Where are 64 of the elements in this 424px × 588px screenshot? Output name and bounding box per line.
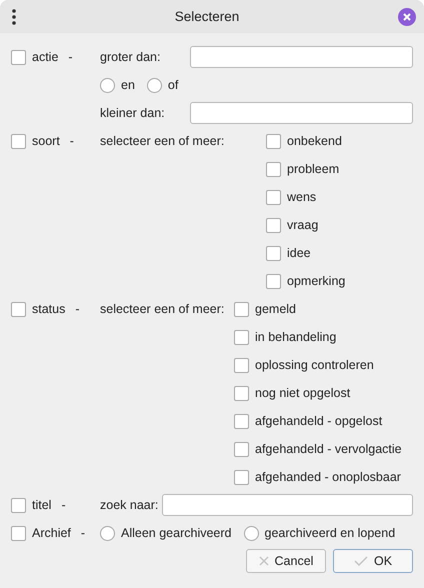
separator-dash: - [70,134,74,148]
checkbox[interactable] [234,442,249,456]
checkbox[interactable] [11,50,26,64]
checkbox[interactable] [266,246,281,260]
checkbox[interactable] [11,134,26,148]
checkbox[interactable] [234,470,249,484]
option-label: idee [287,246,311,260]
checkbox[interactable] [266,162,281,176]
window-title: Selecteren [174,9,240,24]
radio-button[interactable] [100,526,115,540]
checkbox[interactable] [234,330,249,344]
option-label: onbekend [287,134,342,148]
filter-label: soort [32,134,60,148]
input-field[interactable] [190,46,413,68]
separator-dash: - [61,498,66,512]
option-label: afgehandeld - opgelost [255,414,382,428]
input-field[interactable] [190,102,413,124]
field-label: kleiner dan: [100,106,166,120]
radio-label: Alleen gearchiveerd [121,526,232,540]
option-label: afgehandeld - vervolgactie [255,442,402,456]
checkbox[interactable] [266,134,281,148]
filter-label: status [32,302,66,316]
option-label: in behandeling [255,330,336,344]
checkbox[interactable] [11,526,26,540]
option-label: gemeld [255,302,296,316]
checkbox[interactable] [234,386,249,400]
checkbox[interactable] [266,218,281,232]
check-icon [354,556,368,566]
checkbox[interactable] [234,302,249,316]
separator-dash: - [68,50,73,64]
radio-label: gearchiveerd en lopend [264,526,396,540]
option-label: oplossing controleren [255,358,374,372]
option-label: vraag [287,218,318,232]
option-label: probleem [287,162,340,176]
menu-icon[interactable] [12,8,16,24]
close-icon [258,556,269,566]
radio-label: of [168,78,178,92]
radio-button[interactable] [244,526,258,540]
checkbox[interactable] [234,358,249,372]
option-label: afgehanded - onoplosbaar [255,470,401,484]
input-field[interactable] [162,494,413,516]
checkbox[interactable] [266,190,281,204]
field-label: groter dan: [100,50,162,64]
filter-label: Archief [32,526,71,540]
checkbox[interactable] [234,414,249,428]
checkbox[interactable] [266,274,281,288]
option-label: nog niet opgelost [255,386,350,400]
cancel-button[interactable]: Cancel [246,549,326,573]
filter-label: titel [32,498,52,512]
checkbox[interactable] [11,498,26,512]
radio-button[interactable] [146,78,162,92]
option-label: wens [287,190,316,204]
field-label: zoek naar: [100,498,158,512]
ok-button[interactable]: OK [333,549,413,573]
checkbox[interactable] [11,302,26,316]
close-icon[interactable] [398,8,416,26]
filter-label: actie [32,50,58,64]
separator-dash: - [75,302,80,316]
prompt-label: selecteer een of meer: [100,302,224,316]
prompt-label: selecteer een of meer: [100,134,224,148]
radio-label: en [121,78,135,92]
option-label: opmerking [287,274,346,288]
separator-dash: - [80,526,86,540]
radio-button[interactable] [100,78,115,92]
